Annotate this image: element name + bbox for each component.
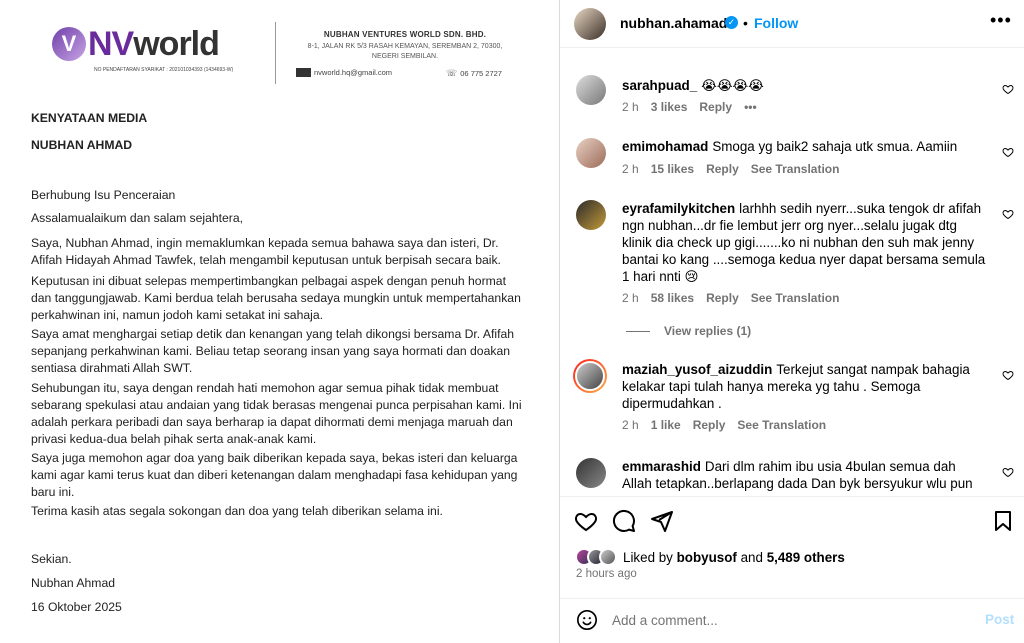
letterhead-logo: V NV world NO PENDAFTARAN SYARIKAT : 202… bbox=[52, 25, 233, 73]
comment-likes[interactable]: 1 like bbox=[651, 418, 681, 432]
company-details: NUBHAN VENTURES WORLD SDN. BHD. 8-1, JAL… bbox=[290, 30, 520, 62]
like-heart-icon[interactable] bbox=[1002, 208, 1014, 220]
registration-number: NO PENDAFTARAN SYARIKAT : 202101034393 (… bbox=[94, 67, 234, 73]
commenter-avatar-story[interactable] bbox=[573, 359, 607, 393]
see-translation-button[interactable]: See Translation bbox=[751, 291, 840, 305]
letterhead-divider bbox=[275, 22, 276, 84]
author-username[interactable]: nubhan.ahamad bbox=[620, 15, 727, 31]
logo-world-text: world bbox=[133, 25, 220, 63]
likes-text: Liked by bobyusof and 5,489 others bbox=[623, 549, 845, 565]
likes-others-link[interactable]: 5,489 others bbox=[767, 550, 845, 565]
post-image-letter: V NV world NO PENDAFTARAN SYARIKAT : 202… bbox=[0, 0, 560, 643]
instagram-post-view: V NV world NO PENDAFTARAN SYARIKAT : 202… bbox=[0, 0, 1024, 643]
letter-subject: Berhubung Isu Penceraian bbox=[31, 188, 176, 202]
comment-text: maziah_yusof_aizuddin Terkejut sangat nam… bbox=[622, 362, 970, 411]
share-send-icon[interactable] bbox=[650, 509, 674, 533]
bookmark-icon[interactable] bbox=[991, 509, 1015, 533]
view-replies-line bbox=[626, 330, 650, 332]
like-heart-icon[interactable] bbox=[1002, 83, 1014, 95]
comment-likes[interactable]: 58 likes bbox=[651, 291, 694, 305]
comment-meta: 2 h 1 like Reply See Translation bbox=[622, 418, 826, 432]
letter-paragraph-5: Saya juga memohon agar doa yang baik dib… bbox=[31, 451, 518, 499]
comment-text: emimohamad Smoga yg baik2 sahaja utk smua… bbox=[622, 139, 958, 154]
post-comment-button[interactable]: Post bbox=[985, 612, 1014, 627]
author-avatar[interactable] bbox=[574, 8, 606, 40]
letter-paragraph-6: Terima kasih atas segala sokongan dan do… bbox=[31, 504, 443, 518]
comments-list[interactable]: sarahpuad_ 😭😭😭😭 2 h 3 likes Reply ••• emi… bbox=[560, 49, 1024, 495]
comment-time: 2 h bbox=[622, 418, 639, 432]
envelope-icon bbox=[296, 68, 311, 77]
logo-nv-text: NV bbox=[88, 25, 134, 63]
letter-date: 16 Oktober 2025 bbox=[31, 600, 122, 614]
comment-username[interactable]: eyrafamilykitchen bbox=[622, 201, 735, 216]
phone-icon: ☏ bbox=[446, 68, 458, 78]
logo-mark-icon: V bbox=[52, 27, 86, 61]
view-replies-button[interactable]: View replies (1) bbox=[626, 324, 751, 338]
comment-likes[interactable]: 3 likes bbox=[651, 100, 688, 114]
like-heart-icon[interactable] bbox=[1002, 146, 1014, 158]
comment-meta: 2 h 3 likes Reply ••• bbox=[622, 100, 757, 114]
follow-button[interactable]: Follow bbox=[754, 15, 798, 31]
comment-username[interactable]: maziah_yusof_aizuddin bbox=[622, 362, 772, 377]
letter-closing: Sekian. bbox=[31, 552, 72, 566]
comment-text: sarahpuad_ 😭😭😭😭 bbox=[622, 78, 764, 93]
comment-username[interactable]: sarahpuad_ bbox=[622, 78, 697, 93]
more-options-button[interactable]: ••• bbox=[990, 10, 1012, 31]
comment-meta: 2 h 58 likes Reply See Translation bbox=[622, 291, 839, 305]
add-comment-bar: Post bbox=[560, 598, 1024, 643]
company-name: NUBHAN VENTURES WORLD SDN. BHD. bbox=[323, 30, 487, 39]
comment-reply-button[interactable]: Reply bbox=[706, 291, 739, 305]
comment-text: eyrafamilykitchen larhhh sedih nyerr...su… bbox=[622, 201, 986, 284]
comment-time: 2 h bbox=[622, 162, 639, 176]
post-side-panel: nubhan.ahamad ✓ • Follow ••• sarahpuad_ 😭… bbox=[560, 0, 1024, 643]
verified-badge-icon: ✓ bbox=[725, 16, 738, 29]
like-heart-icon[interactable] bbox=[1002, 369, 1014, 381]
comment-likes[interactable]: 15 likes bbox=[651, 162, 694, 176]
comment-meta: 2 h 15 likes Reply See Translation bbox=[622, 162, 839, 176]
like-heart-icon[interactable] bbox=[1002, 466, 1014, 478]
comment-time: 2 h bbox=[622, 291, 639, 305]
see-translation-button[interactable]: See Translation bbox=[751, 162, 840, 176]
header-separator: • bbox=[743, 15, 748, 31]
emoji-smile-icon[interactable] bbox=[576, 609, 598, 631]
company-address-line-2: NEGERI SEMBILAN. bbox=[371, 53, 439, 60]
like-heart-icon[interactable] bbox=[574, 509, 598, 533]
comment-input[interactable] bbox=[612, 609, 952, 631]
company-phone: ☏ 06 775 2727 bbox=[446, 68, 502, 78]
post-timestamp: 2 hours ago bbox=[576, 568, 637, 580]
comment-time: 2 h bbox=[622, 100, 639, 114]
commenter-avatar[interactable] bbox=[576, 138, 606, 168]
letter-paragraph-2: Keputusan ini dibuat selepas mempertimba… bbox=[31, 274, 521, 322]
comment-reply-button[interactable]: Reply bbox=[699, 100, 732, 114]
comment-text: emmarashid Dari dlm rahim ibu usia 4bulan… bbox=[622, 459, 973, 495]
comment-username[interactable]: emimohamad bbox=[622, 139, 708, 154]
letter-name-heading: NUBHAN AHMAD bbox=[31, 138, 133, 152]
company-address-line-1: 8-1, JALAN RK 5/3 RASAH KEMAYAN, SEREMBA… bbox=[307, 43, 503, 50]
comment-reply-button[interactable]: Reply bbox=[706, 162, 739, 176]
liker-avatar bbox=[599, 548, 617, 566]
letter-sign-name: Nubhan Ahmad bbox=[31, 576, 116, 590]
commenter-avatar[interactable] bbox=[576, 75, 606, 105]
letter-paragraph-1: Saya, Nubhan Ahmad, ingin memaklumkan ke… bbox=[31, 236, 501, 267]
commenter-avatar[interactable] bbox=[576, 200, 606, 230]
company-email: nvworld.hq@gmail.com bbox=[296, 68, 392, 77]
post-header: nubhan.ahamad ✓ • Follow ••• bbox=[560, 0, 1024, 48]
comment-username[interactable]: emmarashid bbox=[622, 459, 701, 474]
see-translation-button[interactable]: See Translation bbox=[737, 418, 826, 432]
letter-heading: KENYATAAN MEDIA bbox=[31, 111, 148, 125]
commenter-avatar[interactable] bbox=[576, 458, 606, 488]
letter-greeting: Assalamualaikum dan salam sejahtera, bbox=[31, 211, 244, 225]
liker-username[interactable]: bobyusof bbox=[677, 550, 737, 565]
comment-reply-button[interactable]: Reply bbox=[693, 418, 726, 432]
letter-paragraph-4: Sehubungan itu, saya dengan rendah hati … bbox=[31, 381, 522, 446]
letter-paragraph-3: Saya amat menghargai setiap detik dan ke… bbox=[31, 327, 515, 375]
comment-options-button[interactable]: ••• bbox=[744, 100, 757, 114]
post-actions-bar bbox=[560, 496, 1024, 546]
likes-summary[interactable]: Liked by bobyusof and 5,489 others bbox=[575, 548, 845, 566]
comment-bubble-icon[interactable] bbox=[612, 509, 636, 533]
